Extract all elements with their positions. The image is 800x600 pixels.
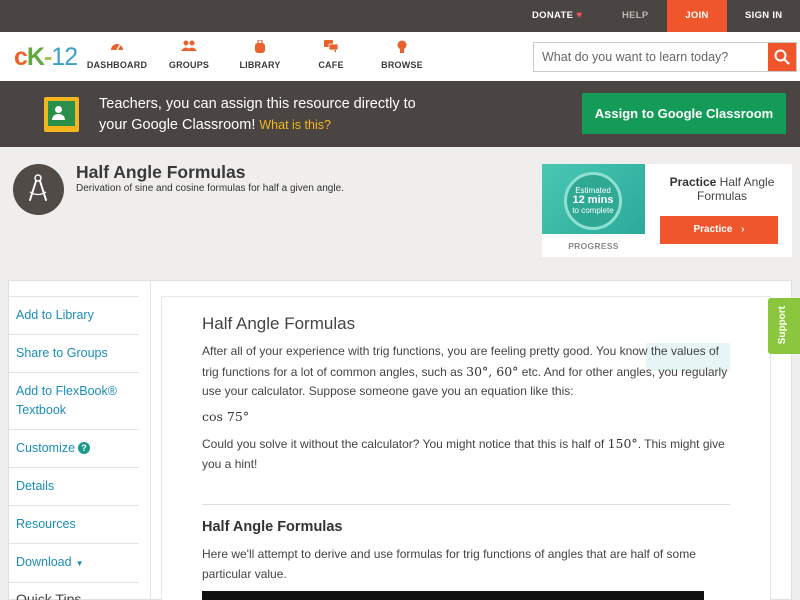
section-paragraph: Here we'll attempt to derive and use for… xyxy=(202,547,696,581)
chat-bubbles-icon xyxy=(296,40,366,56)
join-button[interactable]: JOIN xyxy=(667,0,727,32)
sidebar-item-resources[interactable]: Resources xyxy=(8,505,139,543)
what-is-this-link[interactable]: What is this? xyxy=(259,118,331,132)
section-heading: Half Angle Formulas xyxy=(202,519,343,535)
article-intro-paragraph: After all of your experience with trig f… xyxy=(202,344,728,398)
google-classroom-banner: Teachers, you can assign this resource d… xyxy=(0,81,800,147)
page-subtitle: Derivation of sine and cosine formulas f… xyxy=(76,183,344,194)
sidebar: Add to Library Share to Groups Add to Fl… xyxy=(8,296,139,600)
gauge-icon xyxy=(82,40,152,56)
people-icon xyxy=(154,40,224,56)
practice-title: Practice Half Angle Formulas xyxy=(669,175,775,203)
nav-cafe[interactable]: CAFE xyxy=(296,40,366,70)
search-input[interactable] xyxy=(534,43,764,71)
practice-card: Estimated 12 mins to complete PROGRESS P… xyxy=(542,164,792,257)
ck12-logo[interactable]: cK-12 xyxy=(14,43,78,72)
page-title: Half Angle Formulas xyxy=(76,162,246,182)
equation-cos75: cos 75° xyxy=(202,409,250,424)
sidebar-divider xyxy=(150,280,151,600)
nav-library[interactable]: LIBRARY xyxy=(225,39,295,70)
assign-to-google-classroom-button[interactable]: Assign to Google Classroom xyxy=(582,93,786,134)
section-divider xyxy=(202,504,730,505)
help-link[interactable]: HELP xyxy=(622,0,649,32)
heart-icon: ♥ xyxy=(576,10,583,21)
google-classroom-icon xyxy=(44,97,79,132)
quick-tips-heading: Quick Tips xyxy=(8,582,139,600)
bookbag-icon xyxy=(225,39,295,56)
top-utility-bar: DONATE ♥ HELP JOIN SIGN IN xyxy=(0,0,800,32)
sidebar-item-customize[interactable]: Customize? xyxy=(8,429,139,467)
caret-down-icon: ▼ xyxy=(75,559,84,568)
support-tab[interactable]: Support xyxy=(768,298,800,354)
help-icon[interactable]: ? xyxy=(78,442,91,454)
article-title: Half Angle Formulas xyxy=(202,314,356,333)
progress-label: PROGRESS xyxy=(568,241,619,251)
search-button[interactable] xyxy=(768,43,796,71)
sidebar-item-share-to-groups[interactable]: Share to Groups xyxy=(8,334,139,372)
progress-badge: Estimated 12 mins to complete xyxy=(542,164,645,234)
sidebar-item-details[interactable]: Details xyxy=(8,467,139,505)
donate-link[interactable]: DONATE ♥ xyxy=(532,0,582,32)
classroom-message: Teachers, you can assign this resource d… xyxy=(99,96,416,133)
article-question-paragraph: Could you solve it without the calculato… xyxy=(202,436,725,471)
practice-button[interactable]: Practice › xyxy=(660,216,778,244)
lightbulb-icon xyxy=(367,40,437,56)
sidebar-item-download[interactable]: Download ▼ xyxy=(8,543,139,582)
chevron-right-icon: › xyxy=(741,224,745,235)
sidebar-item-add-to-flexbook[interactable]: Add to FlexBook® Textbook xyxy=(8,372,139,429)
search-box xyxy=(533,42,797,72)
nav-groups[interactable]: GROUPS xyxy=(154,40,224,70)
sidebar-item-add-to-library[interactable]: Add to Library xyxy=(8,296,139,334)
nav-browse[interactable]: BROWSE xyxy=(367,40,437,70)
main-nav: cK-12 DASHBOARD GROUPS LIBRARY CAFE BROW… xyxy=(0,32,800,81)
search-icon xyxy=(774,49,790,65)
video-player[interactable] xyxy=(202,591,704,600)
sign-in-link[interactable]: SIGN IN xyxy=(745,0,782,32)
estimated-time-circle: Estimated 12 mins to complete xyxy=(564,172,622,230)
geometry-compass-icon xyxy=(13,164,64,215)
nav-dashboard[interactable]: DASHBOARD xyxy=(82,40,152,70)
